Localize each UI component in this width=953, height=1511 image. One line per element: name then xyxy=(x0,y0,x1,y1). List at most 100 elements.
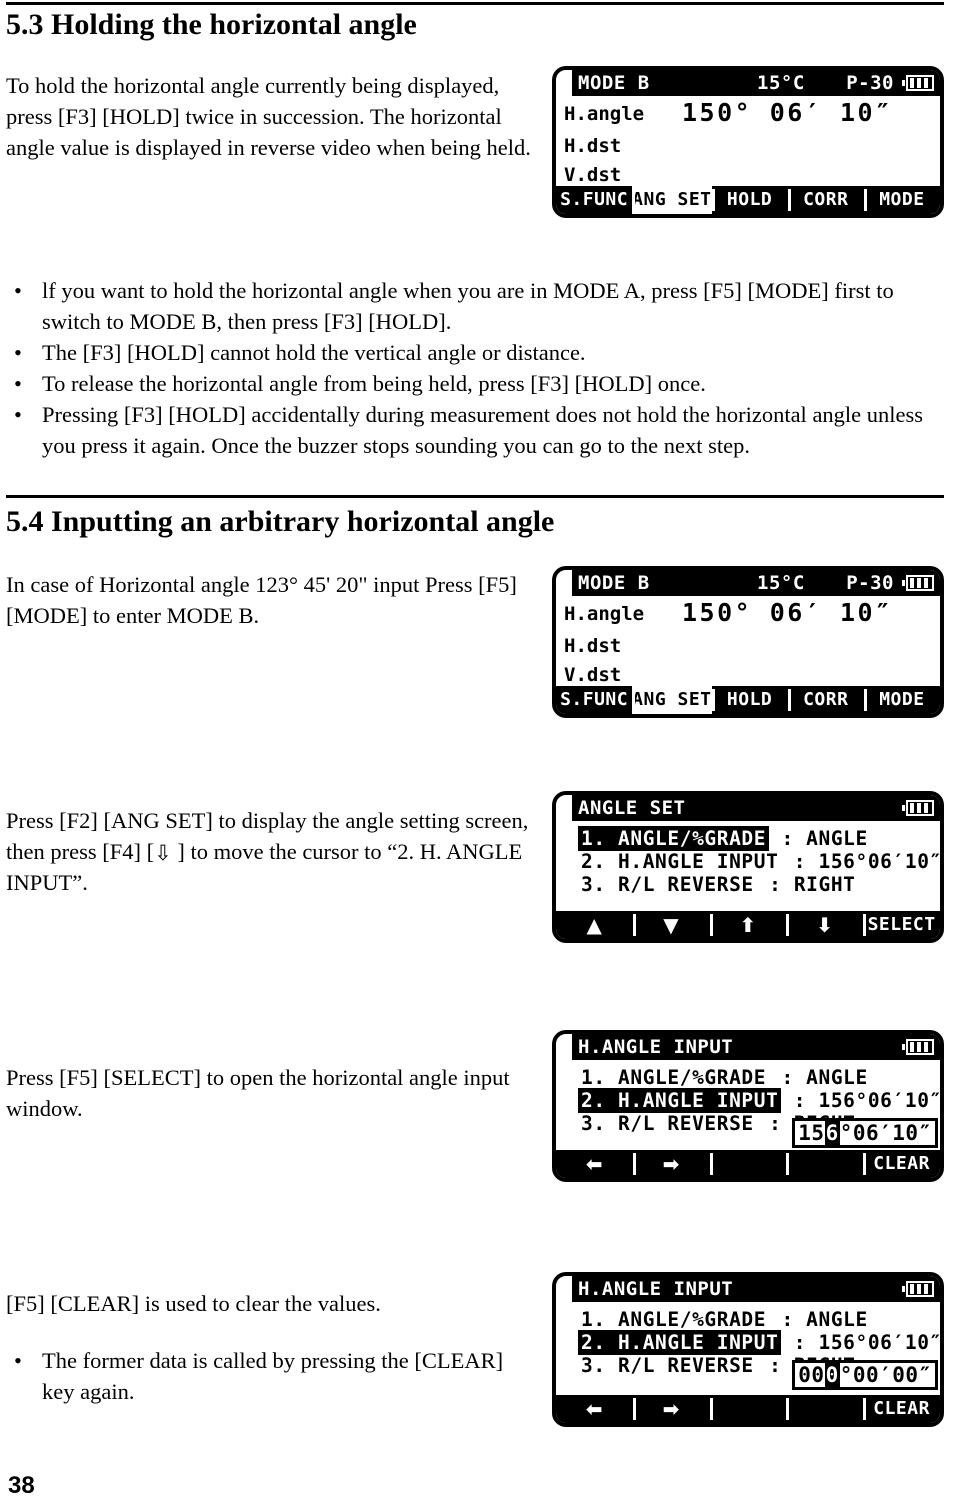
input-cursor-digit: 0 xyxy=(824,1363,840,1387)
menu-row-angle-grade[interactable]: 1. ANGLE/%GRADE : ANGLE xyxy=(578,1065,868,1090)
menu-row-value: 156°06′10″ xyxy=(818,850,942,873)
softkey-arrow-right-icon[interactable]: ➡ xyxy=(632,1150,710,1178)
list-item-text: lf you want to hold the horizontal angle… xyxy=(42,278,894,334)
menu-row-angle-grade[interactable]: 1. ANGLE/%GRADE : ANGLE xyxy=(578,1307,868,1332)
lcd-status-bar: ANGLE SET xyxy=(572,795,940,821)
softkey-mode[interactable]: MODE xyxy=(863,186,940,214)
paragraph-step-clear: [F5] [CLEAR] is used to clear the values… xyxy=(6,1291,381,1316)
lcd-temperature: 15°C xyxy=(757,572,805,594)
lcd-mode-label: MODE B xyxy=(578,72,650,94)
lcd-row-label-h-angle: H.angle xyxy=(564,603,645,625)
softkey-clear[interactable]: CLEAR xyxy=(863,1150,940,1178)
input-value-before: 15 xyxy=(798,1121,825,1145)
softkey-triangle-up-icon[interactable]: ▲ xyxy=(556,911,633,939)
softkey-hold[interactable]: HOLD xyxy=(711,186,788,214)
lcd-status-bar: H.ANGLE INPUT xyxy=(572,1034,940,1060)
lcd-screen-h-angle-input-cleared: H.ANGLE INPUT 1. ANGLE/%GRADE : ANGLE 2.… xyxy=(552,1272,944,1427)
menu-row-value: ANGLE xyxy=(806,827,868,850)
menu-row-h-angle-input[interactable]: 2. H.ANGLE INPUT : 156°06′10″ xyxy=(578,1330,942,1355)
softkey-s-func[interactable]: S.FUNC xyxy=(556,686,632,714)
paragraph-step-select: Press [F5] [SELECT] to open the horizont… xyxy=(6,1065,510,1121)
list-item: • The [F3] [HOLD] cannot hold the vertic… xyxy=(10,337,940,368)
menu-row-angle-grade[interactable]: 1. ANGLE/%GRADE : ANGLE xyxy=(578,826,868,851)
menu-row-label: 2. H.ANGLE INPUT xyxy=(581,850,779,873)
softkey-corr[interactable]: CORR xyxy=(787,186,864,214)
h-angle-input-field[interactable]: 000°00′00″ xyxy=(792,1360,938,1390)
menu-row-rl-reverse[interactable]: 3. R/L REVERSE : RIGHT xyxy=(578,872,856,897)
lcd-screen-measure-mode-b-2: MODE B 15°C P-30 H.angle 150° 06′ 10″ H.… xyxy=(552,566,944,718)
menu-row-sep: : xyxy=(793,850,807,873)
input-value-before: 00 xyxy=(798,1363,825,1387)
softkey-mode[interactable]: MODE xyxy=(863,686,940,714)
input-value-after: °00′00″ xyxy=(839,1363,932,1387)
lcd-row-label-v-dst: V.dst xyxy=(564,664,622,686)
lcd-softkey-bar: S.FUNC ANG SET HOLD CORR MODE xyxy=(556,186,940,214)
softkey-s-func[interactable]: S.FUNC xyxy=(556,186,632,214)
lcd-status-bar: H.ANGLE INPUT xyxy=(572,1276,940,1302)
menu-row-h-angle-input[interactable]: 2. H.ANGLE INPUT : 156°06′10″ xyxy=(578,849,942,874)
list-item: • The former data is called by pressing … xyxy=(10,1345,530,1407)
lcd-softkey-bar: ⬅ ➡ CLEAR xyxy=(556,1395,940,1423)
bullet-list-5-4: • The former data is called by pressing … xyxy=(10,1345,530,1407)
menu-row-sep: : xyxy=(793,1089,807,1112)
softkey-empty-4[interactable] xyxy=(786,1395,863,1423)
softkey-arrow-down-icon[interactable]: ⬇ xyxy=(786,911,863,939)
lcd-status-bar: MODE B 15°C P-30 xyxy=(572,570,940,596)
bullet-marker: • xyxy=(14,371,22,396)
softkey-select[interactable]: SELECT xyxy=(863,911,940,939)
document-page: 5.3 Holding the horizontal angle To hold… xyxy=(0,0,953,1511)
softkey-ang-set[interactable]: ANG SET xyxy=(632,686,712,714)
softkey-clear[interactable]: CLEAR xyxy=(863,1395,940,1423)
softkey-arrow-right-icon[interactable]: ➡ xyxy=(632,1395,710,1423)
list-item: • To release the horizontal angle from b… xyxy=(10,368,940,399)
lcd-row-label-h-dst: H.dst xyxy=(564,135,622,157)
softkey-empty-4[interactable] xyxy=(786,1150,863,1178)
bullet-marker: • xyxy=(14,340,22,365)
menu-row-label: 3. R/L REVERSE xyxy=(581,1354,754,1377)
battery-full-icon xyxy=(902,575,934,591)
softkey-arrow-left-icon[interactable]: ⬅ xyxy=(556,1395,633,1423)
list-item: • Pressing [F3] [HOLD] accidentally duri… xyxy=(10,399,940,461)
lcd-row-value-h-angle: 150° 06′ 10″ xyxy=(682,98,893,127)
paragraph-5-4-intro: In case of Horizontal angle 123° 45' 20"… xyxy=(6,572,517,628)
lcd-temperature: 15°C xyxy=(757,72,805,94)
battery-full-icon xyxy=(902,1281,934,1297)
menu-row-label: 1. ANGLE/%GRADE xyxy=(578,826,770,851)
softkey-arrow-up-icon[interactable]: ⬆ xyxy=(709,911,787,939)
battery-full-icon xyxy=(902,1039,934,1055)
battery-full-icon xyxy=(902,800,934,816)
list-item-text: To release the horizontal angle from bei… xyxy=(42,371,706,396)
lcd-pressure: P-30 xyxy=(846,572,894,594)
softkey-empty-3[interactable] xyxy=(709,1150,787,1178)
input-cursor-digit: 6 xyxy=(824,1121,840,1145)
lcd-softkey-bar: ⬅ ➡ CLEAR xyxy=(556,1150,940,1178)
menu-row-value: 156°06′10″ xyxy=(818,1331,942,1354)
softkey-hold[interactable]: HOLD xyxy=(711,686,788,714)
menu-row-label: 3. R/L REVERSE xyxy=(581,873,754,896)
h-angle-input-field[interactable]: 156°06′10″ xyxy=(792,1118,938,1148)
lcd-row-label-h-dst: H.dst xyxy=(564,635,622,657)
menu-row-value: ANGLE xyxy=(806,1308,868,1331)
softkey-arrow-left-icon[interactable]: ⬅ xyxy=(556,1150,633,1178)
battery-full-icon xyxy=(902,75,934,91)
softkey-triangle-down-icon[interactable]: ▼ xyxy=(632,911,710,939)
menu-row-sep: : xyxy=(781,827,794,850)
lcd-screen-title: H.ANGLE INPUT xyxy=(578,1278,734,1300)
section-heading-5-3: 5.3 Holding the horizontal angle xyxy=(6,8,417,41)
list-item-text: The [F3] [HOLD] cannot hold the vertical… xyxy=(42,340,586,365)
lcd-status-bar: MODE B 15°C P-30 xyxy=(572,70,940,96)
softkey-ang-set[interactable]: ANG SET xyxy=(632,186,712,214)
bullet-list-5-3: • lf you want to hold the horizontal ang… xyxy=(10,275,940,461)
softkey-corr[interactable]: CORR xyxy=(787,686,864,714)
menu-row-value: ANGLE xyxy=(806,1066,868,1089)
menu-row-h-angle-input[interactable]: 2. H.ANGLE INPUT : 156°06′10″ xyxy=(578,1088,942,1113)
header-rule xyxy=(6,2,944,5)
lcd-softkey-bar: ▲ ▼ ⬆ ⬇ SELECT xyxy=(556,911,940,939)
paragraph-step-ang-set: Press [F2] [ANG SET] to display the angl… xyxy=(6,805,546,898)
menu-row-value: 156°06′10″ xyxy=(818,1089,942,1112)
lcd-screen-title: ANGLE SET xyxy=(578,797,686,819)
menu-row-label: 2. H.ANGLE INPUT xyxy=(578,1088,782,1113)
list-item-text: The former data is called by pressing th… xyxy=(42,1348,504,1404)
lcd-row-value-h-angle: 150° 06′ 10″ xyxy=(682,598,893,627)
softkey-empty-3[interactable] xyxy=(709,1395,787,1423)
